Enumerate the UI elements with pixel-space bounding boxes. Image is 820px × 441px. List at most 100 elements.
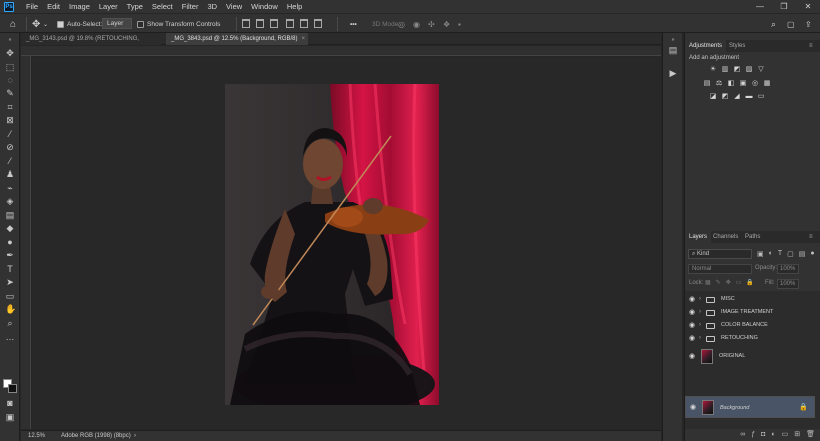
channel-mixer-icon[interactable]: ◎ [751,79,759,87]
selective-color-icon[interactable]: ▭ [757,92,765,100]
blur-tool-icon[interactable]: ◆ [5,224,15,233]
chevron-right-icon[interactable]: › [699,332,701,345]
menu-type[interactable]: Type [127,2,143,11]
fx-icon[interactable]: ƒ [751,429,755,441]
chevron-right-icon[interactable]: › [699,293,701,306]
align-horizontal-center-icon[interactable] [300,19,308,28]
minimize-button[interactable]: — [748,0,772,13]
tab-adjustments[interactable]: Adjustments [685,40,727,52]
rectangle-tool-icon[interactable]: ▭ [5,292,15,301]
lasso-tool-icon[interactable]: ◌ [5,76,15,85]
visibility-eye-icon[interactable]: ◉ [689,347,695,366]
quick-select-tool-icon[interactable]: ✎ [5,89,15,98]
shape-filter-icon[interactable]: ▢ [787,250,794,258]
exposure-icon[interactable]: ▨ [745,65,753,73]
clone-stamp-tool-icon[interactable]: ♟ [5,170,15,179]
zoom-tool-icon[interactable]: ⌕ [5,319,15,328]
menu-3d[interactable]: 3D [207,2,217,11]
lock-icon[interactable]: 🔒 [799,397,808,419]
auto-select-checkbox[interactable]: Auto-Select: [57,18,102,30]
panel-menu-icon[interactable]: ≡ [805,40,817,52]
menu-layer[interactable]: Layer [99,2,118,11]
menu-image[interactable]: Image [69,2,90,11]
pen-tool-icon[interactable]: ✒ [5,251,15,260]
posterize-icon[interactable]: ◩ [721,92,729,100]
frame-tool-icon[interactable]: ⊠ [5,116,15,125]
workspace-icon[interactable]: ▢ [787,18,795,30]
status-menu-arrow[interactable]: › [134,431,136,441]
eraser-tool-icon[interactable]: ◈ [5,197,15,206]
pixel-filter-icon[interactable]: ▣ [757,250,764,258]
slide-3d-icon[interactable]: ❖ [443,18,450,30]
visibility-eye-icon[interactable]: ◉ [689,319,695,332]
panel-menu-icon[interactable]: ≡ [805,231,817,243]
type-filter-icon[interactable]: T [778,250,782,258]
search-icon[interactable]: ⌕ [771,18,776,30]
visibility-eye-icon[interactable]: ◉ [690,397,696,419]
layer-row-image-treatment[interactable]: ◉ › IMAGE TREATMENT [685,306,815,319]
invert-icon[interactable]: ◪ [709,92,717,100]
document-photo[interactable] [225,84,439,405]
align-bottom-icon[interactable] [270,19,278,28]
scale-3d-icon[interactable]: ▪ [458,18,461,30]
play-actions-icon[interactable]: ▶ [668,68,678,78]
hue-saturation-icon[interactable]: ▤ [703,79,711,87]
threshold-icon[interactable]: ◢ [733,92,741,100]
menu-window[interactable]: Window [251,2,278,11]
show-transform-checkbox[interactable]: Show Transform Controls [137,18,220,30]
adjustment-icon[interactable]: ◐ [771,429,775,441]
photoshop-logo[interactable]: Ps [4,1,14,12]
type-tool-icon[interactable]: T [5,265,15,274]
hand-tool-icon[interactable]: ✋ [5,305,16,314]
menu-view[interactable]: View [226,2,242,11]
smart-filter-icon[interactable]: ▤ [799,250,806,258]
close-tab-icon[interactable]: × [302,36,306,42]
quick-mask-icon[interactable]: ◙ [5,399,15,408]
more-tools-icon[interactable]: … [5,333,15,342]
pan-3d-icon[interactable]: ✣ [428,18,435,30]
history-panel-icon[interactable]: ▤ [668,45,678,55]
restore-button[interactable]: ❐ [772,0,796,13]
share-icon[interactable]: ⇪ [805,18,812,30]
tab-channels[interactable]: Channels [709,231,742,243]
visibility-eye-icon[interactable]: ◉ [689,306,695,319]
color-lookup-icon[interactable]: ▦ [763,79,771,87]
visibility-eye-icon[interactable]: ◉ [689,332,695,345]
lock-transparency-icon[interactable]: ▦ [705,279,711,286]
healing-brush-tool-icon[interactable]: ⊘ [5,143,15,152]
menu-select[interactable]: Select [152,2,173,11]
lock-artboard-icon[interactable]: ▭ [736,279,742,286]
menu-file[interactable]: File [26,2,38,11]
home-icon[interactable]: ⌂ [10,18,16,30]
chevron-down-icon[interactable]: ⌄ [43,18,48,30]
layer-row-background[interactable]: ◉ Background 🔒 [685,396,815,418]
menu-filter[interactable]: Filter [182,2,199,11]
menu-help[interactable]: Help [287,2,302,11]
visibility-eye-icon[interactable]: ◉ [689,293,695,306]
background-color-swatch[interactable] [8,384,17,393]
path-selection-tool-icon[interactable]: ➤ [5,278,15,287]
align-right-icon[interactable] [314,19,322,28]
brush-tool-icon[interactable]: ⁄ [5,157,15,166]
tab-layers[interactable]: Layers [685,231,712,243]
vibrance-icon[interactable]: ▽ [757,65,765,73]
gradient-map-icon[interactable]: ▬ [745,92,753,100]
move-tool-icon[interactable]: ✥ [32,18,40,30]
eyedropper-tool-icon[interactable]: ⁄ [5,130,15,139]
collapse-arrows-icon[interactable]: « [5,36,15,45]
lock-position-icon[interactable]: ✥ [726,279,731,286]
align-top-icon[interactable] [242,19,250,28]
layer-row-misc[interactable]: ◉ › MISC [685,293,815,306]
tab-mg-3143[interactable]: _MG_3143.psd @ 19.8% (RETOUCHING, RGB/8)… [21,33,161,54]
gradient-tool-icon[interactable]: ▤ [5,211,15,220]
levels-icon[interactable]: ▥ [721,65,729,73]
tab-styles[interactable]: Styles [725,40,749,52]
tab-mg-3843[interactable]: _MG_3843.psd @ 12.5% (Background, RGB/8)… [166,33,308,45]
roll-3d-icon[interactable]: ◉ [413,18,420,30]
brightness-contrast-icon[interactable]: ☀ [709,65,717,73]
chevron-right-icon[interactable]: › [699,319,701,332]
mask-icon[interactable]: ◘ [761,429,765,441]
screen-mode-icon[interactable]: ▣ [5,413,15,422]
fill-input[interactable]: 100% [777,279,799,289]
close-window-button[interactable]: ✕ [796,0,820,13]
